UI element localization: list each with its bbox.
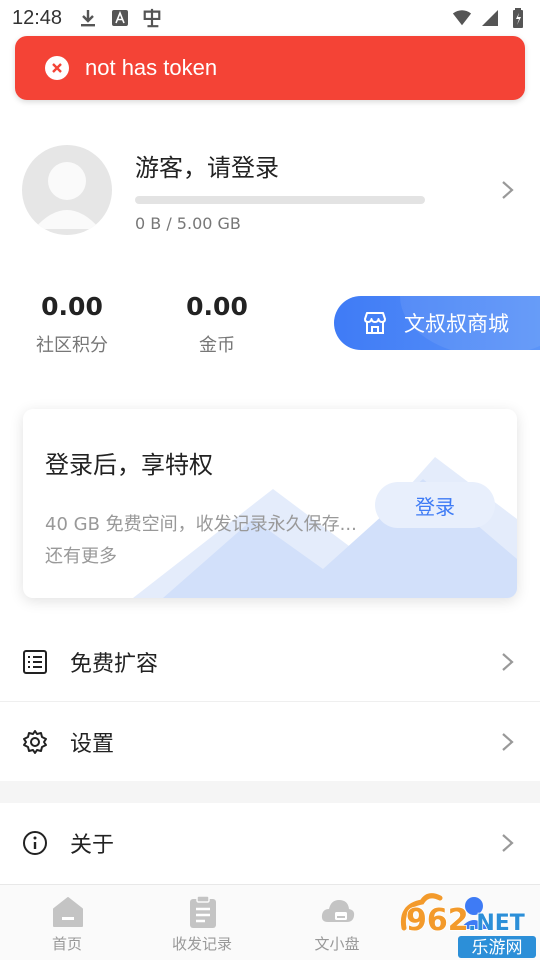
- site-watermark-logo: 962 .NET 乐游网: [400, 893, 536, 958]
- avatar-placeholder-icon: [34, 162, 100, 229]
- text-app-icon: [110, 8, 130, 28]
- status-time: 12:48: [12, 6, 63, 29]
- section-gap: [0, 781, 540, 803]
- list-icon: [23, 650, 47, 674]
- menu-item-free-expansion[interactable]: 免费扩容: [0, 622, 540, 702]
- toast-message: not has token: [85, 55, 218, 80]
- promo-description: 40 GB 免费空间，收发记录永久保存... 还有更多: [45, 514, 357, 567]
- menu-label-settings: 设置: [70, 732, 115, 757]
- gear-icon: [23, 730, 47, 754]
- points-value: 0.00: [41, 292, 103, 321]
- tab-label-home: 首页: [51, 935, 82, 953]
- store-icon: [364, 312, 386, 334]
- storage-bar: [135, 196, 425, 204]
- chevron-right-icon: [502, 733, 514, 751]
- info-icon: [23, 831, 47, 855]
- tab-home[interactable]: 首页: [7, 885, 127, 960]
- home-icon: [53, 897, 83, 927]
- cloud-drive-icon: [321, 900, 355, 922]
- app-notification-icon: [142, 8, 162, 28]
- promo-title: 登录后，享特权: [45, 451, 213, 479]
- clipboard-icon: [190, 895, 216, 928]
- tab-records[interactable]: 收发记录: [142, 885, 262, 960]
- chevron-right-icon: [502, 834, 514, 852]
- coins-value: 0.00: [186, 292, 248, 321]
- watermark-number: 962: [406, 903, 469, 938]
- shop-label: 文叔叔商城: [404, 312, 509, 336]
- tab-cloud-drive[interactable]: 文小盘: [277, 885, 397, 960]
- signal-icon: [480, 8, 500, 28]
- menu-item-about[interactable]: 关于: [0, 803, 540, 883]
- download-icon: [78, 8, 98, 28]
- menu-item-settings[interactable]: 设置: [0, 702, 540, 782]
- shop-button[interactable]: 文叔叔商城: [334, 296, 540, 350]
- status-bar: 12:48: [0, 0, 540, 36]
- avatar[interactable]: [22, 145, 112, 235]
- tab-label-cloud-drive: 文小盘: [314, 935, 360, 953]
- wifi-icon: [452, 8, 472, 28]
- error-toast: not has token: [15, 36, 525, 100]
- error-close-icon: [45, 56, 69, 80]
- menu-label-free-expansion: 免费扩容: [70, 652, 159, 677]
- login-button[interactable]: 登录: [375, 482, 495, 528]
- chevron-right-icon: [502, 181, 514, 199]
- battery-icon: [508, 8, 528, 28]
- tab-label-records: 收发记录: [171, 935, 232, 953]
- login-prompt[interactable]: 游客，请登录: [135, 148, 279, 183]
- menu-label-about: 关于: [70, 833, 115, 858]
- promo-card: 登录后，享特权 40 GB 免费空间，收发记录永久保存... 还有更多 登录: [23, 409, 517, 598]
- chevron-right-icon: [502, 653, 514, 671]
- watermark-cn: 乐游网: [472, 938, 523, 958]
- stat-coins[interactable]: 0.00 金币: [162, 292, 272, 357]
- stat-points[interactable]: 0.00 社区积分: [17, 292, 127, 357]
- watermark-domain: .NET: [468, 911, 525, 936]
- points-label: 社区积分: [36, 335, 108, 356]
- storage-usage: 0 B / 5.00 GB: [135, 214, 241, 233]
- profile-header[interactable]: 游客，请登录 0 B / 5.00 GB: [0, 140, 540, 240]
- coins-label: 金币: [199, 335, 235, 356]
